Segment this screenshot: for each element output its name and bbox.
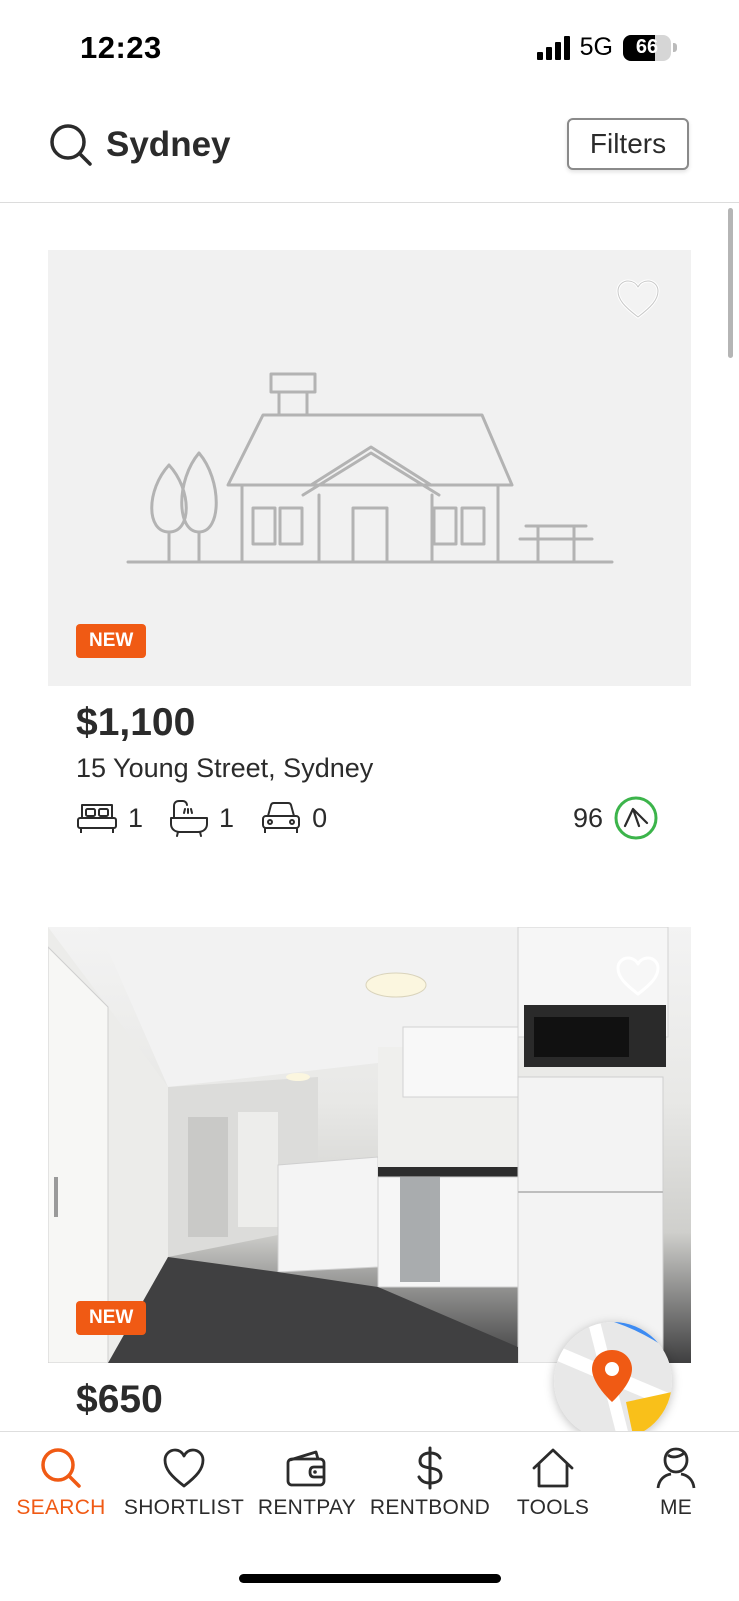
search-icon xyxy=(41,1448,81,1488)
battery-icon: 66 xyxy=(623,34,671,61)
header-divider xyxy=(0,202,739,203)
new-badge: NEW xyxy=(76,1301,147,1335)
nav-label: RENTPAY xyxy=(257,1496,357,1519)
nav-label: RENTBOND xyxy=(369,1496,491,1519)
parking-count: 0 xyxy=(312,802,328,833)
listing-photo[interactable]: NEW xyxy=(48,927,691,1363)
dollar-icon xyxy=(417,1446,443,1490)
listing-features: 1 1 0 xyxy=(76,799,353,837)
kitchen-photo-illustration xyxy=(48,927,669,1363)
listing-image-placeholder[interactable]: NEW xyxy=(48,250,691,686)
listing-price[interactable]: $1,100 xyxy=(76,701,195,745)
house-placeholder-illustration xyxy=(126,372,614,564)
battery-percent: 66 xyxy=(635,36,659,58)
nav-search[interactable]: SEARCH xyxy=(0,1446,122,1520)
heart-icon[interactable] xyxy=(615,955,661,997)
nav-tools[interactable]: TOOLS xyxy=(492,1446,614,1520)
home-indicator xyxy=(239,1574,501,1583)
heart-icon[interactable] xyxy=(615,278,661,320)
bed-icon xyxy=(77,804,117,833)
nav-label: ME xyxy=(659,1496,693,1519)
map-button[interactable] xyxy=(554,1322,672,1440)
baths-feature: 1 xyxy=(169,799,234,837)
walk-score-value: 96 xyxy=(573,802,604,833)
home-icon xyxy=(532,1448,574,1488)
nav-label: SEARCH xyxy=(16,1496,106,1519)
listing-address[interactable]: 15 Young Street, Sydney xyxy=(76,753,373,784)
search-query[interactable]: Sydney xyxy=(106,125,231,165)
nav-shortlist[interactable]: SHORTLIST xyxy=(123,1446,245,1520)
status-time: 12:23 xyxy=(80,30,162,65)
new-badge: NEW xyxy=(76,624,147,658)
scrollbar[interactable] xyxy=(728,208,733,358)
nav-rentpay[interactable]: RENTPAY xyxy=(246,1446,368,1520)
search-icon xyxy=(50,124,92,166)
nav-rentbond[interactable]: RENTBOND xyxy=(369,1446,491,1520)
nav-me[interactable]: ME xyxy=(615,1446,737,1520)
walk-score-icon xyxy=(614,796,658,840)
parking-feature: 0 xyxy=(260,800,327,836)
person-icon xyxy=(656,1447,696,1489)
bath-icon xyxy=(170,800,209,837)
filters-button[interactable]: Filters xyxy=(567,118,689,170)
walk-score[interactable]: 96 xyxy=(573,795,659,841)
listing-price[interactable]: $650 xyxy=(76,1378,163,1422)
beds-count: 1 xyxy=(128,802,144,833)
baths-count: 1 xyxy=(219,802,235,833)
heart-icon xyxy=(163,1448,205,1488)
nav-label: TOOLS xyxy=(516,1496,590,1519)
car-icon xyxy=(262,802,301,833)
signal-icon xyxy=(536,35,570,60)
nav-label: SHORTLIST xyxy=(123,1496,245,1519)
beds-feature: 1 xyxy=(76,800,143,836)
network-label: 5G xyxy=(579,33,613,61)
status-icons: 5G 66 xyxy=(536,33,677,62)
wallet-icon xyxy=(286,1450,326,1487)
search-bar[interactable]: Sydney xyxy=(48,122,231,168)
map-icon xyxy=(554,1322,672,1440)
